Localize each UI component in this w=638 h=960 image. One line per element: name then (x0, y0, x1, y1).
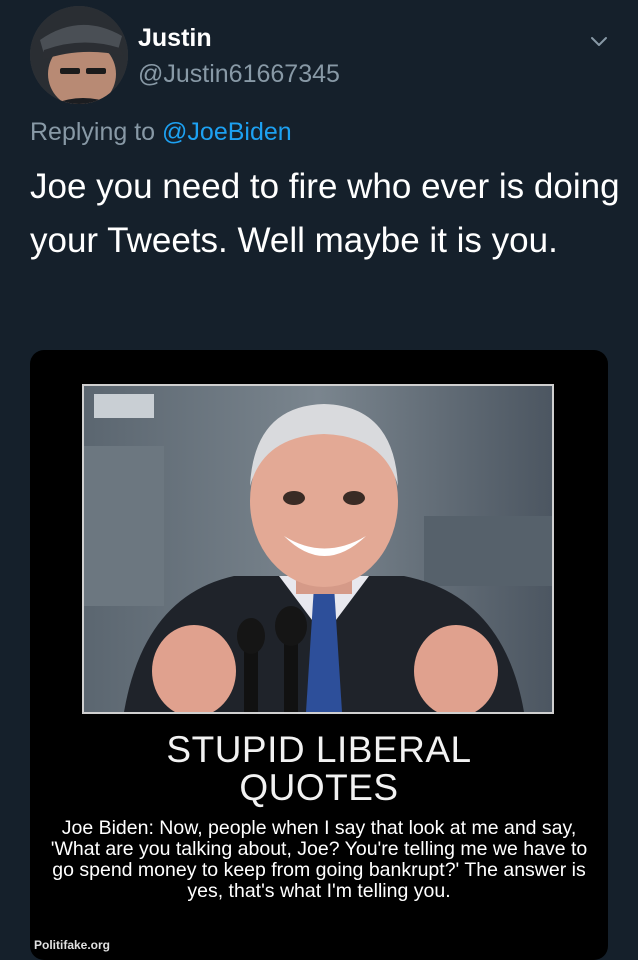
poster-quote: Joe Biden: Now, people when I say that l… (50, 817, 588, 902)
reply-mention-link[interactable]: @JoeBiden (162, 118, 292, 146)
tweet-text: Joe you need to fire who ever is doing y… (30, 167, 620, 260)
poster-title-line2: QUOTES (239, 767, 399, 808)
tweet-header: Justin @Justin61667345 (30, 6, 630, 106)
avatar-image (30, 6, 128, 104)
reply-context: Replying to @JoeBiden (30, 118, 292, 147)
watermark: Politifake.org (34, 938, 111, 952)
avatar[interactable] (30, 6, 128, 104)
chevron-down-icon[interactable] (588, 30, 610, 52)
poster-photo-image (84, 386, 552, 712)
author-handle[interactable]: @Justin61667345 (138, 60, 340, 89)
reply-prefix: Replying to (30, 118, 156, 146)
poster-title-line1: STUPID LIBERAL (166, 729, 472, 770)
author-name[interactable]: Justin (138, 24, 212, 53)
tweet-media[interactable]: STUPID LIBERAL QUOTES Joe Biden: Now, pe… (30, 350, 608, 960)
poster-photo (82, 384, 554, 714)
